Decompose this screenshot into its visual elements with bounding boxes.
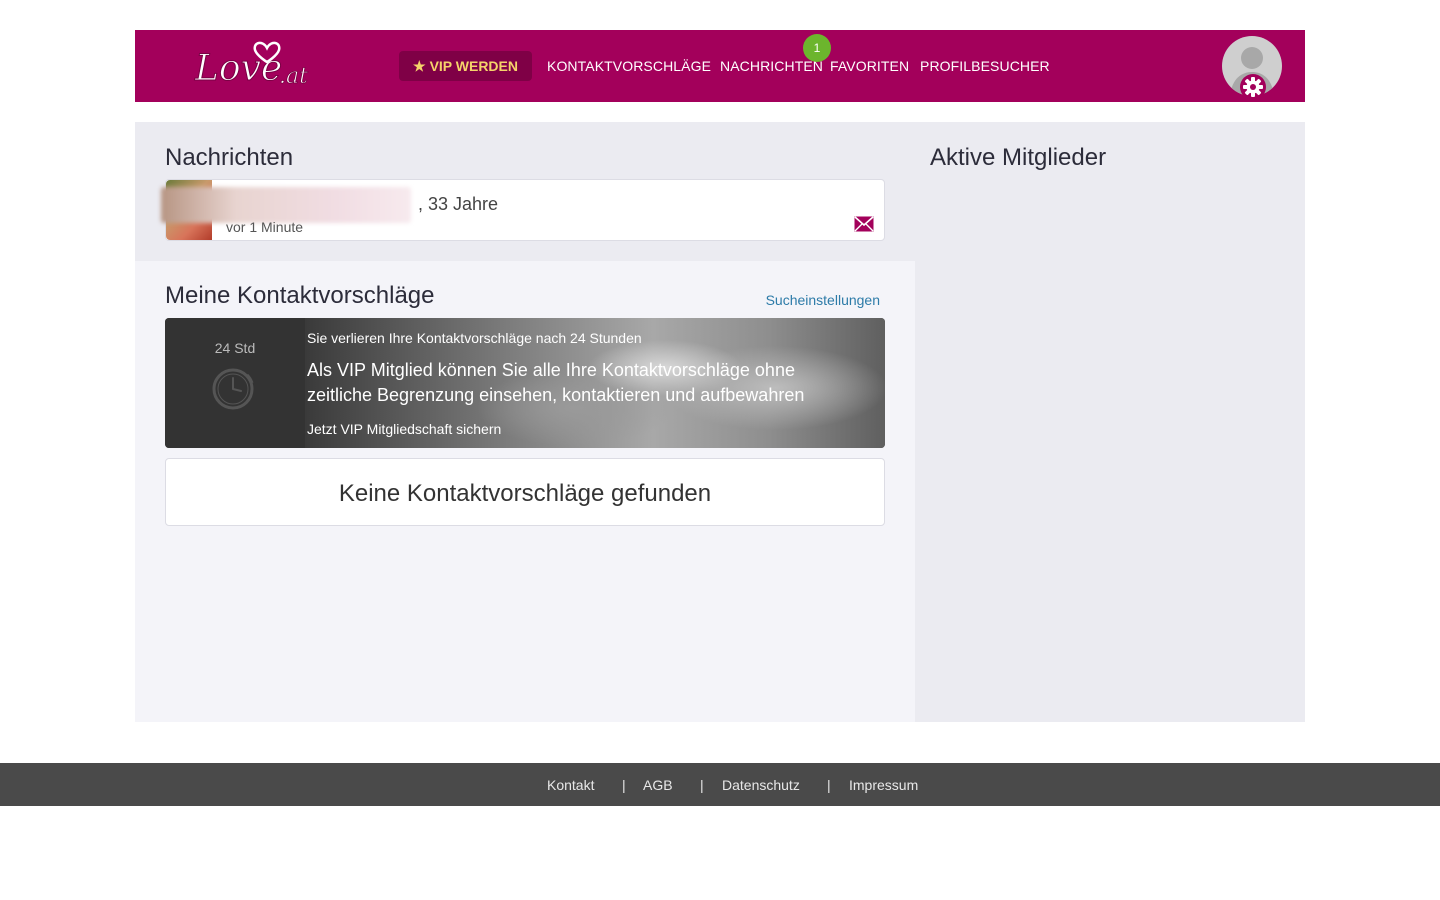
main-content: Nachrichten Aktive Mitglieder , 33 Jahre… [135,122,1305,722]
envelope-icon[interactable] [854,216,874,232]
active-members-heading: Aktive Mitglieder [930,144,1107,171]
empty-suggestions-message: Keine Kontaktvorschläge gefunden [338,480,712,507]
vip-membership-link[interactable]: Jetzt VIP Mitgliedschaft sichern [307,421,501,437]
promo-main-text: Als VIP Mitglied können Sie alle Ihre Ko… [307,360,805,405]
gear-icon[interactable] [1239,73,1267,101]
top-header: Love .at ★ VIP WERDEN KONTAKTVORSCHLÄGE N… [135,30,1305,102]
message-time: vor 1 Minute [226,219,304,235]
footer-link-impressum[interactable]: Impressum [849,777,918,793]
star-icon: ★ [413,58,426,74]
message-item[interactable]: , 33 Jahre vor 1 Minute [161,179,885,241]
vip-button-label: VIP WERDEN [429,58,518,74]
footer-link-agb[interactable]: AGB [643,777,673,793]
nav-profilbesucher[interactable]: PROFILBESUCHER [920,58,1050,74]
promo-timer-label: 24 Std [214,340,256,356]
sender-age: , 33 Jahre [418,194,499,214]
messages-heading: Nachrichten [165,144,294,171]
clock-icon [212,368,254,410]
love-at-logo[interactable]: Love .at [193,38,333,94]
footer-separator: | [827,777,831,793]
search-settings-link[interactable]: Sucheinstellungen [766,292,880,308]
nav-nachrichten[interactable]: NACHRICHTEN [720,58,823,74]
footer-link-kontakt[interactable]: Kontakt [547,777,594,793]
vip-promo-banner[interactable]: 24 Std Sie verlieren Ihre Kontaktvorschl… [165,318,885,448]
promo-warning-text: Sie verlieren Ihre Kontaktvorschläge nac… [307,330,642,346]
footer-separator: | [622,777,626,793]
sender-name-blurred [161,187,411,223]
svg-text:.at: .at [279,64,308,89]
nav-favoriten[interactable]: FAVORITEN [830,58,909,74]
empty-suggestions-box: Keine Kontaktvorschläge gefunden [165,458,885,526]
svg-text:Love: Love [194,48,282,89]
page-footer: Kontakt | AGB | Datenschutz | Impressum [0,763,1440,806]
messages-count-badge: 1 [803,34,831,62]
footer-link-datenschutz[interactable]: Datenschutz [722,777,800,793]
nav-kontaktvorschlaege[interactable]: KONTAKTVORSCHLÄGE [547,58,711,74]
suggestions-heading: Meine Kontaktvorschläge [165,282,435,309]
vip-werden-button[interactable]: ★ VIP WERDEN [399,51,532,81]
footer-separator: | [700,777,704,793]
